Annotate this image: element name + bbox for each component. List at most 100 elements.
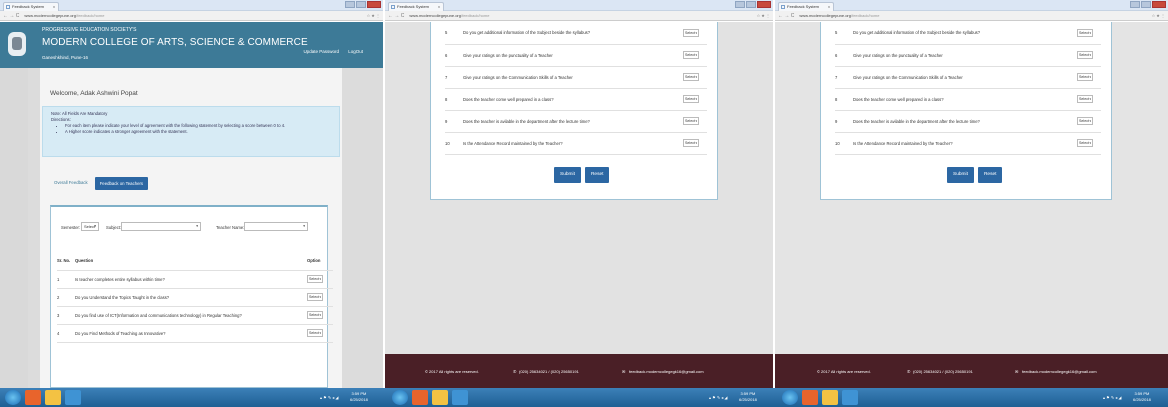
start-button-icon[interactable] [782,390,798,405]
teacher-name-select[interactable]: ▾ [244,222,308,231]
option-select[interactable]: Select ▾ [1077,117,1093,125]
option-select[interactable]: Select ▾ [307,311,323,319]
chevron-down-icon: ▾ [319,331,321,335]
close-window-button[interactable] [757,1,771,8]
tab-close-icon[interactable]: x [53,3,55,11]
close-window-button[interactable] [367,1,381,8]
app-icon[interactable] [452,390,468,405]
address-bar: ← → C www.moderncollegepune.org/feedback… [0,11,383,21]
browser-tab[interactable]: Feedback System x [3,2,59,11]
submit-button[interactable]: Submit [947,167,974,183]
site-footer: © 2017 All rights are reserved. ✆ (020) … [775,354,1168,388]
chevron-down-icon: ▾ [1089,30,1091,35]
option-select-value: Select [309,331,319,335]
option-select[interactable]: Select ▾ [683,28,699,37]
chevron-down-icon: ▾ [196,224,198,228]
folder-icon[interactable] [45,390,61,405]
system-tray-icons[interactable]: ▴ ⚑ ✎ ◂ ◢ [320,395,338,400]
semester-select[interactable]: Select ▾ [81,222,99,231]
taskbar-segment-1: ▴ ⚑ ✎ ◂ ◢ 3:59 PM 6/25/2018 [0,388,385,407]
start-button-icon[interactable] [5,390,21,405]
reset-button[interactable]: Reset [584,167,610,183]
browser-app-icon[interactable] [25,390,41,405]
nav-buttons-icon[interactable]: ← → C [778,13,794,19]
tab-feedback-on-teachers[interactable]: Feedback on Teachers [94,177,149,190]
tab-title: Feedback System [787,4,820,9]
main-content: Welcome, Adak Ashwini Popat Note: All Fi… [40,68,342,388]
browser-tab[interactable]: Feedback System x [778,2,834,11]
option-select[interactable]: Select ▾ [683,51,699,59]
direction-item: A Higher score indicates a stronger agre… [65,129,331,135]
college-logo-icon [8,32,26,56]
browser-window-1: Feedback System x ← → C www.moderncolleg… [0,0,383,388]
option-select[interactable]: Select ▾ [683,139,699,147]
page-viewport: 5 Do you get additional information of th… [385,22,773,388]
option-select-value: Select [1079,53,1089,57]
start-button-icon[interactable] [392,390,408,405]
url-path: /feedback/home [850,13,880,18]
browser-app-icon[interactable] [412,390,428,405]
subject-select[interactable]: ▾ [121,222,201,231]
footer-email[interactable]: feedback.moderncollegegk16@gmail.com [1022,369,1097,374]
page-viewport: 5 Do you get additional information of th… [775,22,1168,388]
browser-tab[interactable]: Feedback System x [388,2,444,11]
option-select-value: Select [685,119,695,123]
app-icon[interactable] [65,390,81,405]
minimize-button[interactable] [345,1,355,8]
logout-link[interactable]: LogOut [348,49,363,54]
address-actions-icon[interactable]: ☆ ★ ⋮ [757,13,770,18]
folder-icon[interactable] [432,390,448,405]
option-select[interactable]: Select ▾ [1077,28,1093,37]
table-row: 6 Give your ratings on the punctuality of… [445,44,707,67]
update-password-link[interactable]: Update Password [303,49,339,54]
option-select[interactable]: Select ▾ [307,329,323,337]
option-select[interactable]: Select ▾ [683,73,699,81]
nav-buttons-icon[interactable]: ← → C [388,13,404,19]
teacher-feedback-form: Semester: Select ▾ Subject: ▾ Teacher Nam… [50,205,333,388]
option-select[interactable]: Select ▾ [683,95,699,103]
minimize-button[interactable] [735,1,745,8]
tab-close-icon[interactable]: x [438,3,440,11]
url-field[interactable]: www.moderncollegepune.org/feedback/home [24,13,104,18]
app-icon[interactable] [842,390,858,405]
system-tray-icons[interactable]: ▴ ⚑ ✎ ◂ ◢ [709,395,727,400]
folder-icon[interactable] [822,390,838,405]
url-field[interactable]: www.moderncollegepune.org/feedback/home [799,13,879,18]
tab-overall-feedback[interactable]: Overall Feedback [52,177,90,190]
option-select[interactable]: Select ▾ [1077,51,1093,59]
row-number: 2 [57,288,75,307]
option-select[interactable]: Select ▾ [1077,95,1093,103]
address-actions-icon[interactable]: ☆ ★ ⋮ [367,13,380,18]
option-select[interactable]: Select ▾ [307,275,323,283]
chevron-down-icon: ▾ [1089,97,1091,101]
table-row: 2 Do you Understand the Topics Taught in… [57,288,333,307]
close-window-button[interactable] [1152,1,1166,8]
address-actions-icon[interactable]: ☆ ★ ⋮ [1152,13,1165,18]
maximize-button[interactable] [746,1,756,8]
option-select[interactable]: Select ▾ [683,117,699,125]
row-number: 8 [835,88,853,111]
minimize-button[interactable] [1130,1,1140,8]
window-controls [1130,1,1166,9]
option-select[interactable]: Select ▾ [1077,139,1093,147]
url-field[interactable]: www.moderncollegepune.org/feedback/home [409,13,489,18]
option-select-value: Select [685,53,695,57]
tab-close-icon[interactable]: x [828,3,830,11]
footer-email[interactable]: feedback.moderncollegegk16@gmail.com [629,369,704,374]
reset-button[interactable]: Reset [977,167,1003,183]
questions-table: 5 Do you get additional information of th… [835,22,1101,155]
nav-buttons-icon[interactable]: ← → C [3,13,19,19]
mail-icon: ✉ [622,369,626,374]
col-sr-no: Sr. No. [57,252,75,271]
system-tray-icons[interactable]: ▴ ⚑ ✎ ◂ ◢ [1103,395,1121,400]
tab-strip: Feedback System x [775,0,1168,11]
option-select[interactable]: Select ▾ [307,293,323,301]
chevron-down-icon: ▾ [1089,119,1091,123]
maximize-button[interactable] [1141,1,1151,8]
maximize-button[interactable] [356,1,366,8]
browser-app-icon[interactable] [802,390,818,405]
row-number: 4 [57,324,75,343]
submit-button[interactable]: Submit [554,167,581,183]
option-select[interactable]: Select ▾ [1077,73,1093,81]
row-question: Is teacher completes entire syllabus wit… [75,270,307,289]
